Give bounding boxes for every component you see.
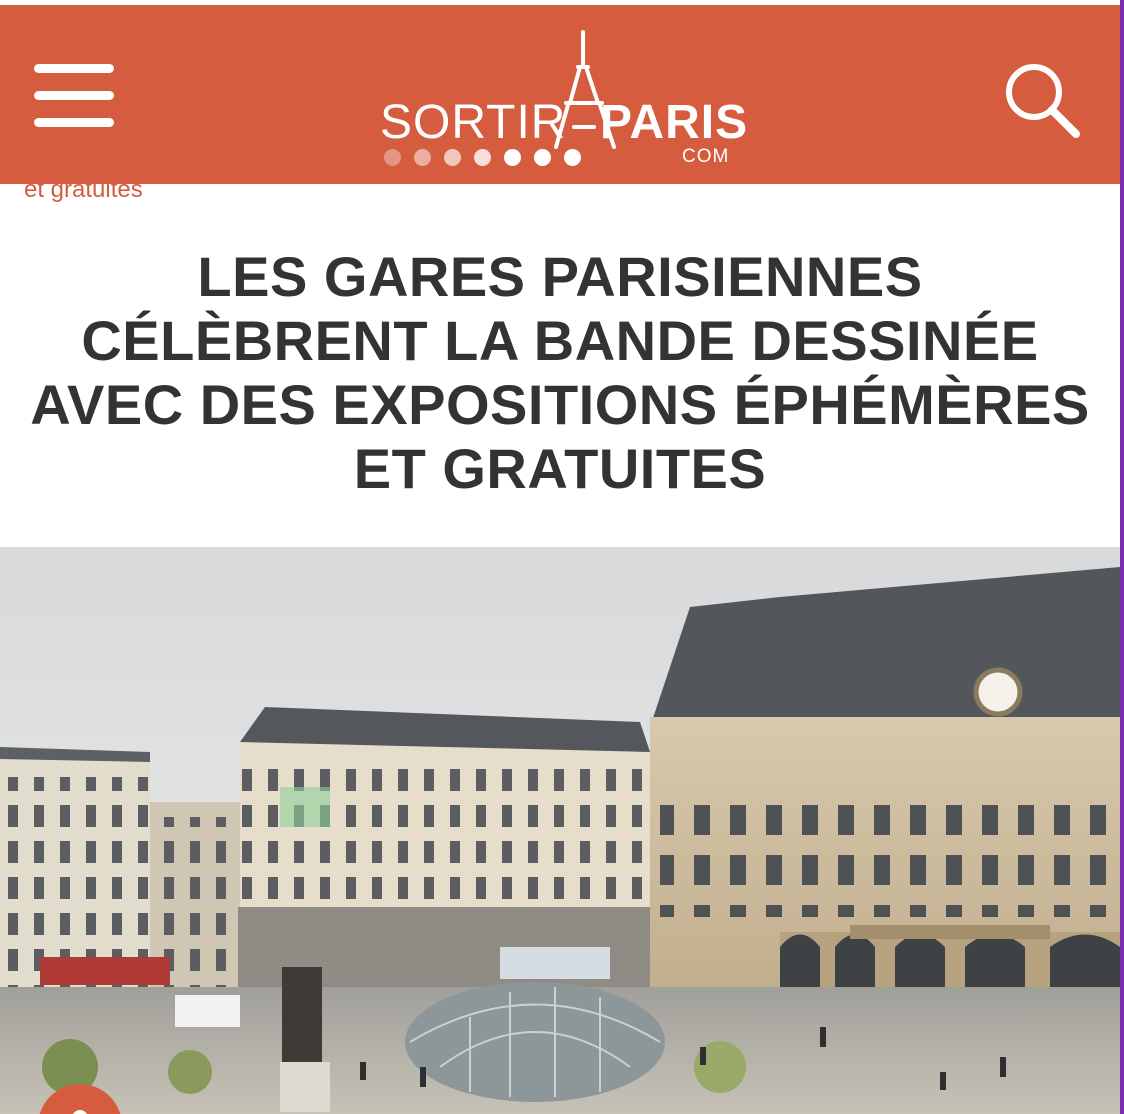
logo-text-com: COM [682,146,730,167]
logo-dots [384,149,594,171]
menu-line [34,64,114,73]
logo-text-left: SORTIR [380,96,567,149]
logo-text-right: PARIS [600,96,749,149]
menu-line [34,118,114,127]
article-title: LES GARES PARISIENNES CÉLÈBRENT LA BANDE… [30,245,1090,500]
hamburger-menu-icon[interactable] [34,61,114,133]
site-logo[interactable]: SORTIR PARIS COM [378,27,747,172]
viewport-edge [1120,0,1124,1114]
share-icon [72,1110,88,1114]
search-button[interactable] [998,60,1084,142]
hero-image [0,547,1120,1114]
site-header: SORTIR PARIS COM [0,5,1120,184]
search-icon [1006,64,1080,138]
page-frame: SORTIR PARIS COM et gratuites LES GARES … [0,0,1120,1114]
menu-line [34,91,114,100]
